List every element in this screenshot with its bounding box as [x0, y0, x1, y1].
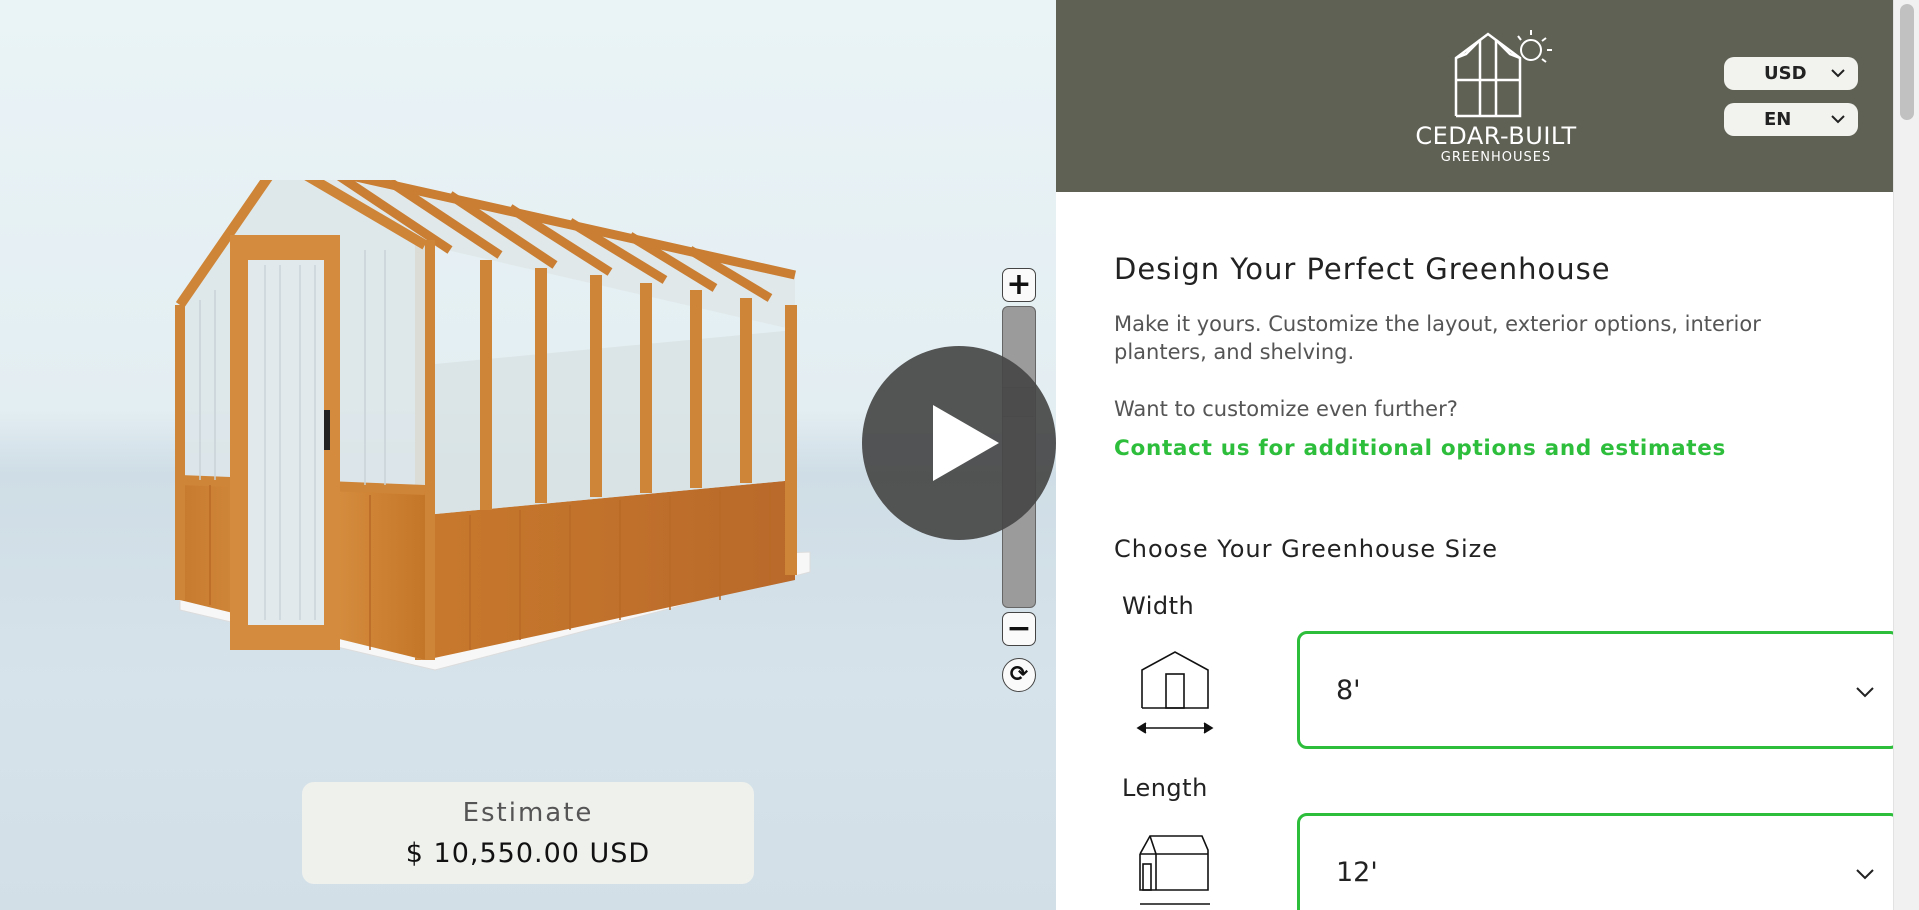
price-estimate: Estimate $ 10,550.00 USD: [302, 782, 754, 884]
zoom-out-icon[interactable]: −: [1002, 612, 1036, 646]
length-value: 12': [1336, 856, 1378, 888]
length-select[interactable]: 12': [1297, 813, 1900, 910]
panel-header: CEDAR-BUILT GREENHOUSES USD EN: [1056, 0, 1919, 192]
chevron-down-icon: [1856, 869, 1874, 880]
width-value: 8': [1336, 674, 1361, 706]
zoom-in-icon[interactable]: +: [1002, 268, 1036, 302]
currency-value: USD: [1764, 63, 1807, 84]
chevron-down-icon: [1831, 115, 1845, 124]
intro-text: Make it yours. Customize the layout, ext…: [1114, 312, 1761, 364]
language-value: EN: [1764, 109, 1792, 130]
reset-view-icon[interactable]: ⟳: [1002, 658, 1036, 692]
width-select[interactable]: 8': [1297, 631, 1900, 749]
greenhouse-model[interactable]: [170, 180, 820, 680]
configurator-app: + − ⟳ Estimate $ 10,550.00 USD CEDAR-BUI…: [0, 0, 1919, 910]
language-select[interactable]: EN: [1724, 103, 1858, 136]
size-section-heading: Choose Your Greenhouse Size: [1114, 535, 1499, 563]
length-label: Length: [1122, 774, 1208, 802]
play-video-button[interactable]: [862, 346, 1056, 540]
estimate-label: Estimate: [462, 798, 594, 828]
brand-logo[interactable]: CEDAR-BUILT GREENHOUSES: [1406, 28, 1586, 178]
length-dimension-icon: [1139, 835, 1210, 905]
brand-subtitle: GREENHOUSES: [1440, 150, 1552, 165]
sun-icon: [1517, 30, 1552, 63]
currency-select[interactable]: USD: [1724, 57, 1858, 90]
customize-question: Want to customize even further?: [1114, 397, 1458, 421]
width-dimension-icon: [1136, 651, 1214, 734]
width-label: Width: [1122, 592, 1195, 620]
brand-name: CEDAR-BUILT: [1415, 122, 1577, 150]
configuration-panel: CEDAR-BUILT GREENHOUSES USD EN Design Yo…: [1056, 0, 1919, 910]
play-icon: [933, 405, 999, 481]
estimate-value: $ 10,550.00 USD: [405, 838, 651, 869]
greenhouse-logo-icon: [1454, 30, 1552, 118]
chevron-down-icon: [1831, 69, 1845, 78]
panel-scrollbar[interactable]: [1893, 0, 1919, 910]
greenhouse-3d-viewer[interactable]: + − ⟳ Estimate $ 10,550.00 USD: [0, 0, 1056, 910]
page-title: Design Your Perfect Greenhouse: [1114, 252, 1611, 286]
contact-link[interactable]: Contact us for additional options and es…: [1114, 436, 1726, 461]
scrollbar-thumb[interactable]: [1900, 4, 1914, 120]
chevron-down-icon: [1856, 687, 1874, 698]
